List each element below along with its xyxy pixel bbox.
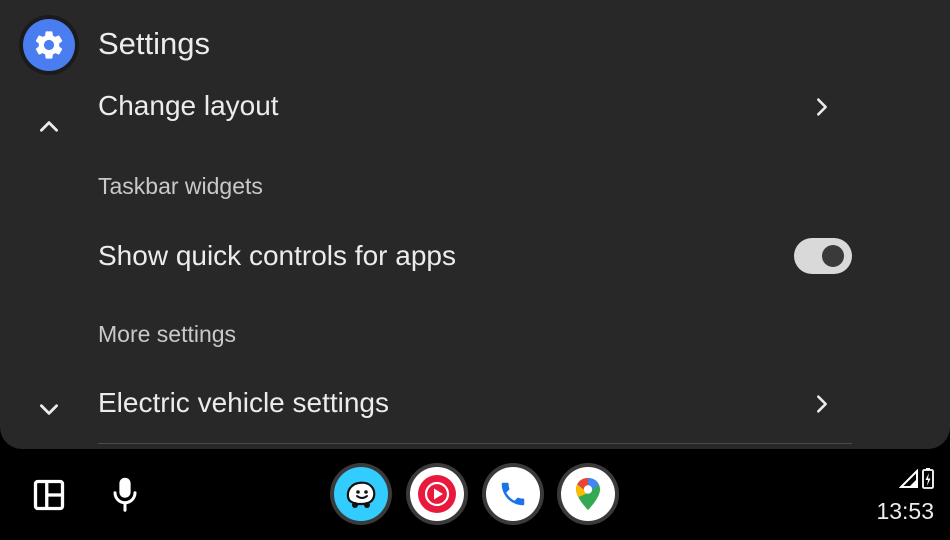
- ev-settings-item[interactable]: Electric vehicle settings: [98, 385, 389, 421]
- waze-icon: [334, 467, 388, 521]
- youtube-music-icon: [410, 467, 464, 521]
- quick-controls-toggle[interactable]: [794, 238, 852, 274]
- status-area: 13:53: [868, 467, 938, 527]
- chevron-up-icon: [40, 121, 58, 132]
- chevron-right-icon[interactable]: [808, 390, 836, 418]
- youtube-music-app-button[interactable]: [406, 463, 468, 525]
- scroll-up-button[interactable]: [30, 108, 68, 146]
- waze-app-button[interactable]: [330, 463, 392, 525]
- quick-controls-label[interactable]: Show quick controls for apps: [98, 238, 456, 274]
- signal-icon: [899, 469, 918, 488]
- gear-icon: [23, 19, 75, 71]
- taskbar: 13:53: [0, 449, 950, 540]
- battery-icon: [922, 468, 934, 489]
- layout-toggle-icon[interactable]: [30, 476, 68, 514]
- settings-app-icon: [19, 15, 79, 75]
- settings-card: Settings Change layout Taskbar widgets S…: [0, 0, 950, 449]
- chevron-right-icon[interactable]: [808, 93, 836, 121]
- google-maps-icon: [561, 467, 615, 521]
- phone-app-button[interactable]: [482, 463, 544, 525]
- divider: [98, 443, 852, 444]
- change-layout-item[interactable]: Change layout: [98, 88, 279, 124]
- android-auto-screen: Settings Change layout Taskbar widgets S…: [0, 0, 950, 540]
- chevron-down-icon: [40, 404, 58, 415]
- more-settings-header: More settings: [98, 321, 237, 347]
- microphone-icon[interactable]: [108, 474, 142, 514]
- phone-icon: [486, 467, 540, 521]
- toggle-knob: [822, 245, 844, 267]
- scroll-down-button[interactable]: [30, 390, 68, 428]
- taskbar-widgets-header: Taskbar widgets: [98, 173, 263, 199]
- clock: 13:53: [876, 498, 934, 524]
- google-maps-app-button[interactable]: [557, 463, 619, 525]
- page-title: Settings: [98, 26, 211, 61]
- system-icons: [899, 467, 934, 489]
